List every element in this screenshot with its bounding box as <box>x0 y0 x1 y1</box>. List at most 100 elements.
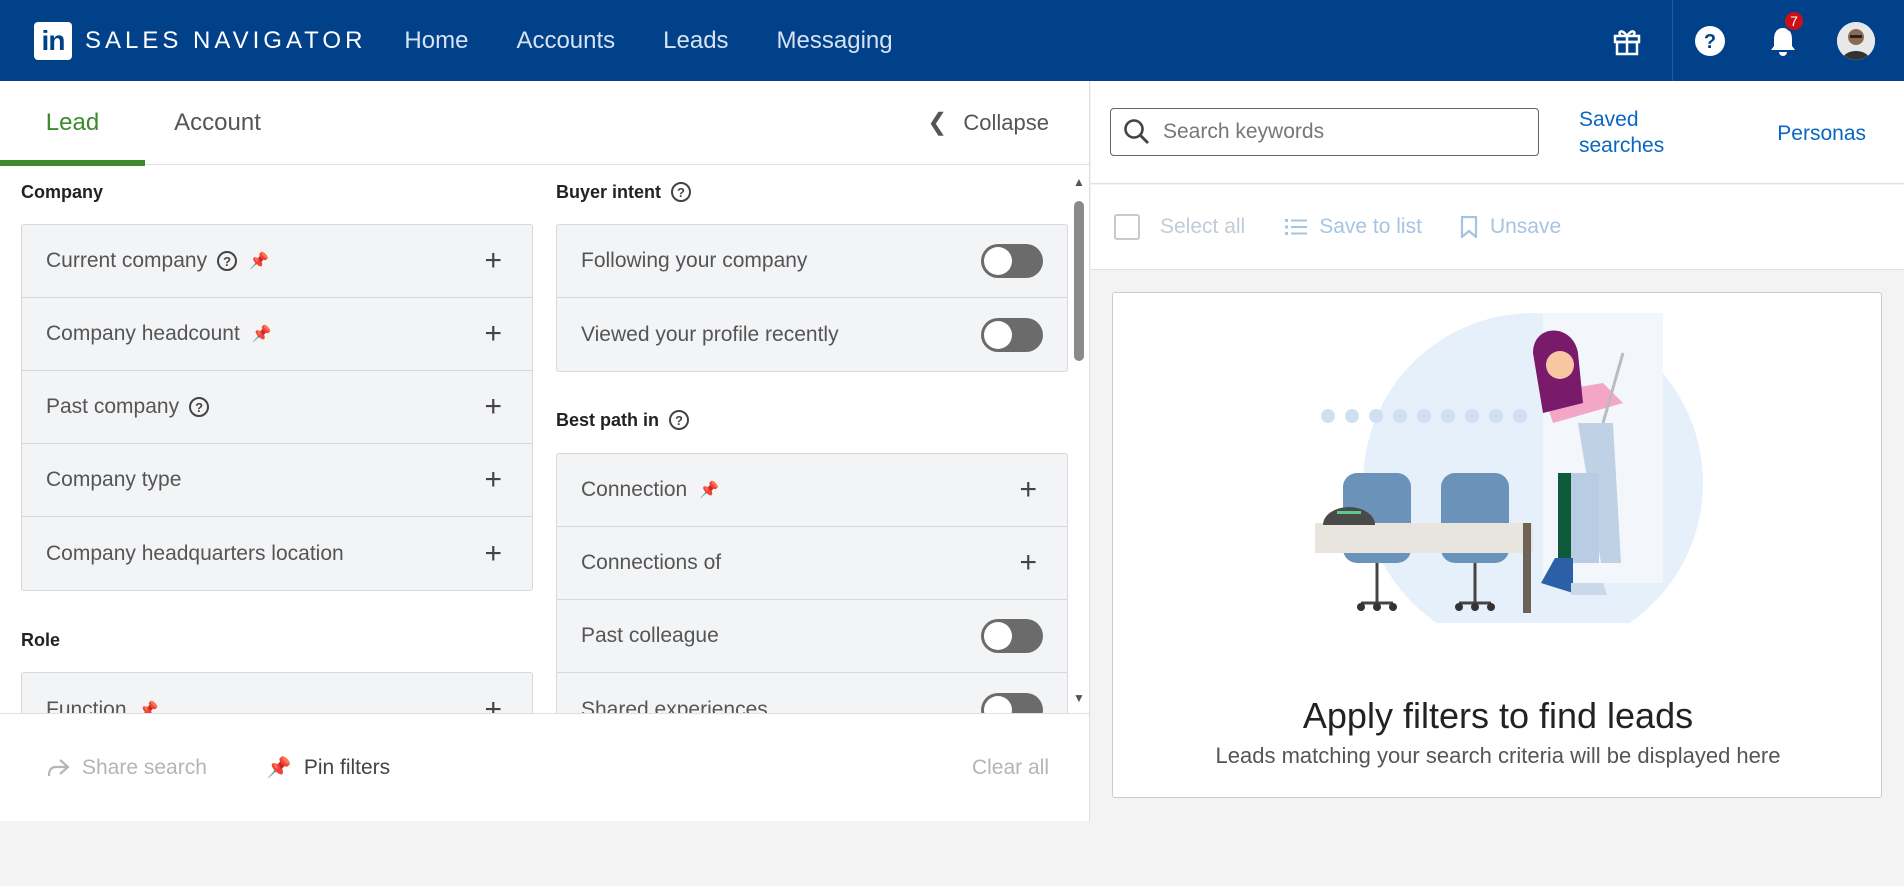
unsave-button[interactable]: Unsave <box>1460 215 1561 239</box>
nav-links: Home Accounts Leads Messaging <box>404 27 940 55</box>
saved-searches-link[interactable]: Saved searches <box>1579 107 1664 159</box>
help-circle-icon[interactable]: ? <box>189 397 210 417</box>
filter-panel: Lead Account ❮ Collapse Company Current … <box>0 81 1090 821</box>
share-search-button[interactable]: Share search <box>46 756 207 780</box>
plus-icon[interactable]: + <box>484 693 502 714</box>
search-bar-row: Saved searches Personas <box>1091 81 1904 184</box>
filter-current-company[interactable]: Current company ? 📌 + <box>22 225 532 298</box>
plus-icon[interactable]: + <box>484 537 502 571</box>
buyer-intent-card: Following your company Viewed your profi… <box>556 224 1068 372</box>
scroll-up-arrow-icon[interactable]: ▲ <box>1072 175 1086 189</box>
brand[interactable]: in SALES NAVIGATOR <box>34 21 366 60</box>
section-title-best-path: Best path in ? <box>556 405 690 435</box>
filter-label: Connection <box>581 478 688 501</box>
save-to-list-button[interactable]: Save to list <box>1285 215 1422 239</box>
chevron-left-icon: ❮ <box>927 109 948 136</box>
filter-function[interactable]: Function 📌 + <box>22 673 532 714</box>
filter-label: Company type <box>46 468 182 491</box>
section-title-buyer-intent: Buyer intent ? <box>556 177 692 207</box>
plus-icon[interactable]: + <box>484 463 502 497</box>
filter-label: Function <box>46 697 127 714</box>
clear-all-button[interactable]: Clear all <box>972 756 1049 780</box>
help-circle-icon[interactable]: ? <box>671 182 692 202</box>
filter-past-company[interactable]: Past company ? + <box>22 371 532 444</box>
bookmark-icon <box>1460 216 1478 238</box>
nav-home[interactable]: Home <box>404 27 468 55</box>
toggle-past-colleague: Past colleague <box>557 600 1067 673</box>
section-title-text: Buyer intent <box>556 181 662 202</box>
results-panel: Saved searches Personas Select all Save … <box>1091 81 1904 886</box>
tab-lead[interactable]: Lead <box>0 81 145 166</box>
filter-label: Current company <box>46 249 208 272</box>
personas-link[interactable]: Personas <box>1777 122 1866 146</box>
empty-state-illustration <box>1315 313 1703 623</box>
search-box[interactable] <box>1110 108 1539 156</box>
nav-messaging[interactable]: Messaging <box>777 27 893 55</box>
notifications-bell-icon[interactable]: 7 <box>1746 0 1819 81</box>
svg-text:?: ? <box>1703 31 1715 53</box>
toggle-label: Following your company <box>581 249 808 272</box>
scroll-thumb[interactable] <box>1074 201 1084 361</box>
best-path-card: Connection 📌 + Connections of + Past col… <box>556 453 1068 713</box>
saved-searches-line2: searches <box>1579 134 1665 157</box>
filter-footer: Share search 📌 Pin filters Clear all <box>0 713 1089 821</box>
plus-icon[interactable]: + <box>1019 546 1037 580</box>
empty-state-card: Apply filters to find leads Leads matchi… <box>1112 292 1882 798</box>
filter-label: Past company <box>46 395 180 418</box>
saved-searches-line1: Saved <box>1579 108 1639 131</box>
pin-icon: 📌 <box>699 482 720 499</box>
checkbox[interactable] <box>1114 214 1140 240</box>
filter-company-headcount[interactable]: Company headcount 📌 + <box>22 298 532 371</box>
toggle-switch[interactable] <box>981 619 1043 653</box>
help-circle-icon[interactable]: ? <box>217 251 238 271</box>
toggle-viewed-profile: Viewed your profile recently <box>557 298 1067 371</box>
section-title-role: Role <box>21 629 61 650</box>
select-all-checkbox[interactable]: Select all <box>1114 214 1245 240</box>
scroll-down-arrow-icon[interactable]: ▼ <box>1072 691 1086 705</box>
collapse-button[interactable]: ❮ Collapse <box>927 108 1049 137</box>
plus-icon[interactable]: + <box>484 317 502 351</box>
filter-scrollbar[interactable]: ▲ ▼ <box>1072 175 1086 705</box>
role-filters-card: Function 📌 + <box>21 672 533 713</box>
select-all-label: Select all <box>1160 215 1246 238</box>
company-filters-card: Current company ? 📌 + Company headcount … <box>21 224 533 591</box>
filter-connections-of[interactable]: Connections of + <box>557 527 1067 600</box>
profile-menu[interactable] <box>1819 0 1892 81</box>
unsave-label: Unsave <box>1489 215 1562 238</box>
share-arrow-icon <box>47 758 70 776</box>
list-icon <box>1285 219 1308 235</box>
plus-icon[interactable]: + <box>1019 473 1037 507</box>
nav-leads[interactable]: Leads <box>663 27 728 55</box>
notification-badge: 7 <box>1783 10 1805 32</box>
toggle-label: Past colleague <box>581 624 719 647</box>
toggle-switch[interactable] <box>981 244 1043 278</box>
toggle-switch[interactable] <box>981 317 1043 352</box>
filter-label: Company headcount <box>46 322 240 345</box>
filter-company-hq-location[interactable]: Company headquarters location + <box>22 517 532 590</box>
nav-accounts[interactable]: Accounts <box>516 27 615 55</box>
toggle-switch[interactable] <box>981 692 1043 713</box>
plus-icon[interactable]: + <box>484 390 502 424</box>
gift-icon[interactable] <box>1582 0 1672 81</box>
pin-filters-label: Pin filters <box>303 755 391 779</box>
bulk-actions-row: Select all Save to list Unsave <box>1091 185 1904 270</box>
pin-icon: 📌 <box>249 253 269 270</box>
search-icon <box>1124 119 1149 144</box>
filter-scroll-area: Company Current company ? 📌 + Company he… <box>0 165 1089 713</box>
filter-company-type[interactable]: Company type + <box>22 444 532 517</box>
toggle-shared-experiences: Shared experiences <box>557 673 1067 713</box>
top-nav: in SALES NAVIGATOR Home Accounts Leads M… <box>0 0 1904 81</box>
toggle-following-company: Following your company <box>557 225 1067 298</box>
plus-icon[interactable]: + <box>484 244 502 278</box>
filter-connection[interactable]: Connection 📌 + <box>557 454 1067 527</box>
pin-filters-button[interactable]: 📌 Pin filters <box>267 755 390 780</box>
search-input[interactable] <box>1163 120 1523 144</box>
section-title-company: Company <box>21 181 104 202</box>
linkedin-logo: in <box>34 21 72 60</box>
help-icon[interactable]: ? <box>1673 0 1746 81</box>
section-title-text: Best path in <box>556 409 660 430</box>
share-search-label: Share search <box>82 755 207 779</box>
avatar <box>1836 21 1875 60</box>
tab-account[interactable]: Account <box>145 81 290 165</box>
help-circle-icon[interactable]: ? <box>669 410 690 430</box>
